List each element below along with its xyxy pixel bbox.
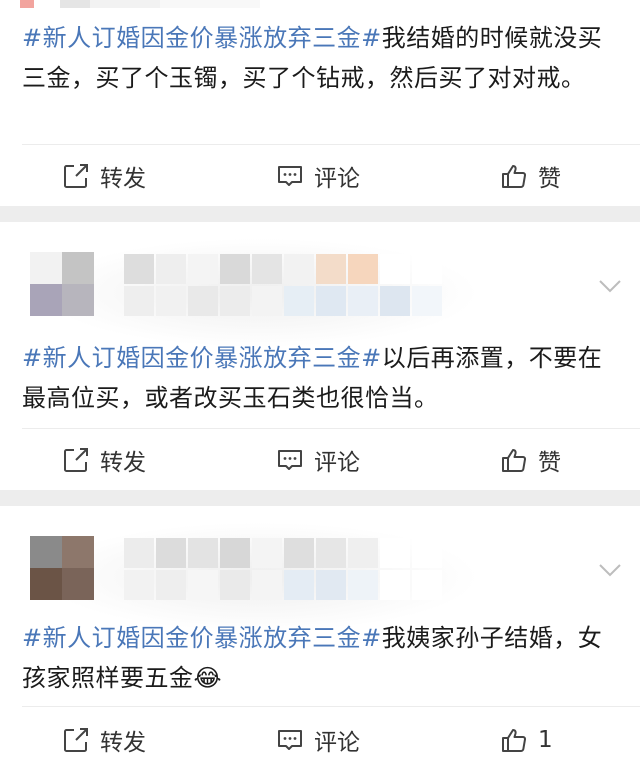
avatar[interactable] [30, 536, 94, 600]
repost-button[interactable]: 转发 [62, 430, 146, 490]
post-text: #新人订婚因金价暴涨放弃三金#我结婚的时候就没买三金，买了个玉镯，买了个钻戒，然… [22, 18, 622, 98]
comment-label: 评论 [314, 730, 360, 756]
repost-label: 转发 [100, 730, 146, 756]
action-bar: 转发 评论 赞 [0, 430, 640, 490]
comment-button[interactable]: 评论 [276, 146, 360, 206]
thumbs-up-icon [500, 446, 528, 474]
post-card: #新人订婚因金价暴涨放弃三金#我结婚的时候就没买三金，买了个玉镯，买了个钻戒，然… [0, 0, 640, 206]
divider [22, 706, 640, 707]
divider [22, 428, 640, 429]
thumbs-up-icon [500, 726, 528, 754]
post-card: #新人订婚因金价暴涨放弃三金#以后再添置，不要在最高位买，或者改买玉石类也很恰当… [0, 222, 640, 490]
post-text: #新人订婚因金价暴涨放弃三金#我姨家孙子结婚，女孩家照样要五金😂 [22, 618, 622, 698]
repost-icon [62, 726, 90, 754]
like-label: 赞 [538, 450, 561, 476]
action-bar: 转发 评论 赞 [0, 146, 640, 206]
like-button[interactable]: 赞 [500, 430, 561, 490]
action-bar: 转发 评论 1 [0, 710, 640, 770]
weibo-feed: #新人订婚因金价暴涨放弃三金#我结婚的时候就没买三金，买了个玉镯，买了个钻戒，然… [0, 0, 640, 780]
username-pixelated[interactable] [124, 538, 442, 602]
previous-user-avatar-sliver [20, 0, 260, 8]
user-header [0, 238, 640, 348]
repost-button[interactable]: 转发 [62, 146, 146, 206]
repost-label: 转发 [100, 450, 146, 476]
avatar[interactable] [30, 252, 94, 316]
chevron-down-icon[interactable] [598, 562, 622, 578]
comment-icon [276, 726, 304, 754]
hashtag-link[interactable]: #新人订婚因金价暴涨放弃三金# [22, 344, 382, 372]
like-count: 1 [538, 727, 553, 753]
thumbs-up-icon [500, 162, 528, 190]
repost-icon [62, 162, 90, 190]
username-pixelated[interactable] [124, 254, 442, 318]
comment-label: 评论 [314, 450, 360, 476]
comment-label: 评论 [314, 166, 360, 192]
post-text: #新人订婚因金价暴涨放弃三金#以后再添置，不要在最高位买，或者改买玉石类也很恰当… [22, 338, 622, 418]
hashtag-link[interactable]: #新人订婚因金价暴涨放弃三金# [22, 624, 382, 652]
repost-icon [62, 446, 90, 474]
like-button[interactable]: 1 [500, 710, 553, 770]
hashtag-link[interactable]: #新人订婚因金价暴涨放弃三金# [22, 24, 382, 52]
laugh-cry-emoji-icon: 😂 [193, 664, 223, 692]
repost-label: 转发 [100, 166, 146, 192]
comment-icon [276, 446, 304, 474]
user-header [0, 522, 640, 632]
like-button[interactable]: 赞 [500, 146, 561, 206]
comment-button[interactable]: 评论 [276, 430, 360, 490]
like-label: 赞 [538, 166, 561, 192]
comment-button[interactable]: 评论 [276, 710, 360, 770]
repost-button[interactable]: 转发 [62, 710, 146, 770]
comment-icon [276, 162, 304, 190]
divider [22, 144, 640, 145]
post-card: #新人订婚因金价暴涨放弃三金#我姨家孙子结婚，女孩家照样要五金😂 转发 评论 1 [0, 506, 640, 780]
chevron-down-icon[interactable] [598, 278, 622, 294]
